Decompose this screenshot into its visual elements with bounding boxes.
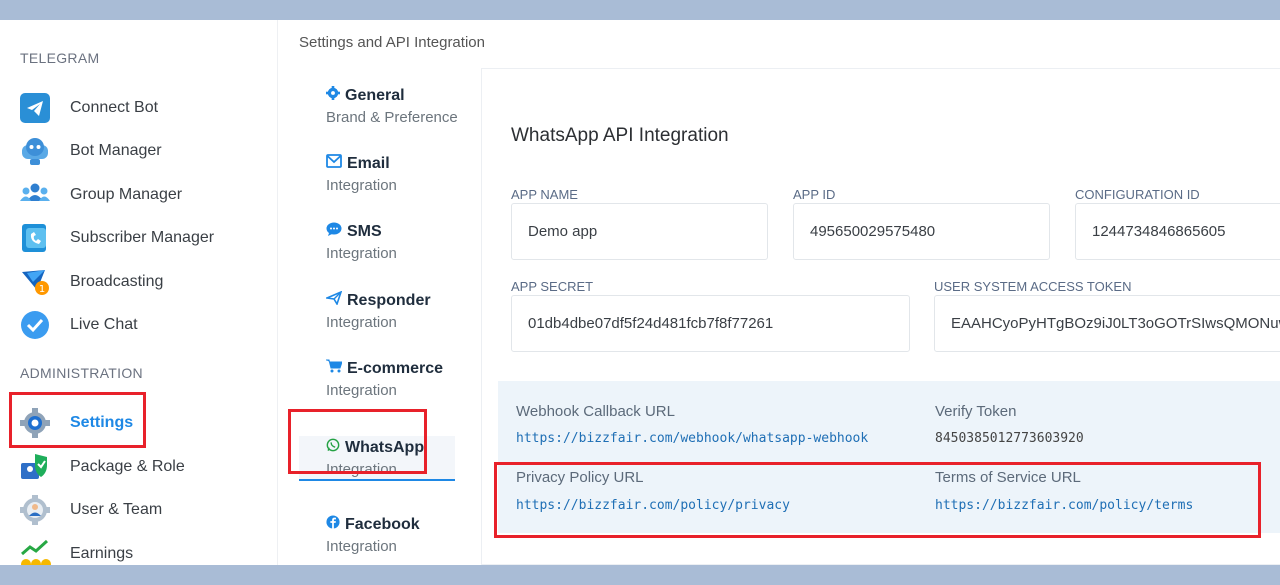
sidebar-item-user-team[interactable]: User & Team bbox=[18, 492, 268, 528]
app-name-input[interactable]: Demo app bbox=[511, 203, 768, 260]
access-token-input[interactable]: EAAHCyoPyHTgBOz9iJ0LT3oGOTrSIwsQMONuwnl bbox=[934, 295, 1280, 352]
paper-plane-icon bbox=[324, 290, 347, 310]
access-token-label: USER SYSTEM ACCESS TOKEN bbox=[934, 279, 1132, 294]
sidebar-section-administration: ADMINISTRATION bbox=[20, 365, 143, 381]
earnings-icon bbox=[18, 537, 52, 565]
tab-facebook-title: Facebook bbox=[345, 515, 420, 533]
tab-general-sub: Brand & Preference bbox=[326, 109, 458, 126]
whatsapp-settings-card: WhatsApp API Integration APP NAME Demo a… bbox=[481, 68, 1280, 565]
sidebar-item-settings[interactable]: Settings bbox=[18, 405, 268, 441]
tab-sms[interactable]: SMS Integration bbox=[326, 222, 476, 262]
sidebar-item-subscriber-manager[interactable]: Subscriber Manager bbox=[18, 220, 268, 256]
sidebar-item-broadcasting[interactable]: 1 Broadcasting bbox=[18, 264, 268, 300]
envelope-icon bbox=[326, 154, 347, 173]
package-role-icon bbox=[18, 450, 52, 484]
integration-info-box: Webhook Callback URL https://bizzfair.co… bbox=[498, 381, 1280, 533]
app-window: TELEGRAM Connect Bot Bot Manager Group M… bbox=[0, 20, 1280, 565]
sidebar-item-group-manager[interactable]: Group Manager bbox=[18, 177, 268, 213]
svg-text:1: 1 bbox=[39, 284, 45, 295]
webhook-callback-label: Webhook Callback URL bbox=[516, 403, 675, 420]
tab-email-title: Email bbox=[347, 154, 390, 172]
sidebar-item-earnings[interactable]: Earnings bbox=[18, 536, 268, 565]
robot-icon bbox=[18, 134, 52, 168]
gear-icon bbox=[326, 86, 345, 105]
tab-responder-title: Responder bbox=[347, 291, 431, 309]
tab-facebook[interactable]: Facebook Integration bbox=[326, 515, 476, 555]
configuration-id-label: CONFIGURATION ID bbox=[1075, 187, 1200, 202]
cart-icon bbox=[326, 359, 347, 378]
configuration-id-input[interactable]: 1244734846865605 bbox=[1075, 203, 1280, 260]
telegram-icon bbox=[18, 91, 52, 125]
tab-whatsapp-sub: Integration bbox=[326, 461, 397, 478]
sidebar-item-bot-manager[interactable]: Bot Manager bbox=[18, 133, 268, 169]
page-subtitle: Settings and API Integration bbox=[299, 34, 485, 51]
tab-facebook-sub: Integration bbox=[326, 538, 397, 555]
verify-token-label: Verify Token bbox=[935, 403, 1017, 420]
sidebar: TELEGRAM Connect Bot Bot Manager Group M… bbox=[0, 20, 278, 565]
app-id-label: APP ID bbox=[793, 187, 836, 202]
app-secret-input[interactable]: 01db4dbe07df5f24d481fcb7f8f77261 bbox=[511, 295, 910, 352]
tab-responder-sub: Integration bbox=[326, 314, 397, 331]
privacy-policy-url[interactable]: https://bizzfair.com/policy/privacy bbox=[516, 498, 790, 513]
user-team-icon bbox=[18, 493, 52, 527]
terms-of-service-label: Terms of Service URL bbox=[935, 469, 1081, 486]
subscriber-icon bbox=[18, 221, 52, 255]
whatsapp-icon bbox=[326, 438, 345, 457]
tab-responder[interactable]: Responder Integration bbox=[324, 290, 476, 331]
sidebar-item-package-role[interactable]: Package & Role bbox=[18, 449, 268, 485]
card-title: WhatsApp API Integration bbox=[511, 125, 729, 146]
tab-whatsapp[interactable]: WhatsApp Integration bbox=[299, 436, 455, 479]
settings-tab-nav: General Brand & Preference Email Integra… bbox=[280, 70, 480, 565]
privacy-policy-label: Privacy Policy URL bbox=[516, 469, 644, 486]
tab-general[interactable]: General Brand & Preference bbox=[326, 86, 476, 126]
app-secret-label: APP SECRET bbox=[511, 279, 594, 294]
sidebar-item-live-chat[interactable]: Live Chat bbox=[18, 307, 268, 343]
tab-ecommerce-title: E-commerce bbox=[347, 359, 444, 377]
app-name-label: APP NAME bbox=[511, 187, 578, 202]
live-chat-icon bbox=[18, 308, 52, 342]
tab-whatsapp-title: WhatsApp bbox=[345, 438, 425, 456]
tab-email[interactable]: Email Integration bbox=[326, 154, 476, 194]
verify-token-value[interactable]: 8450385012773603920 bbox=[935, 431, 1084, 446]
tab-ecommerce[interactable]: E-commerce Integration bbox=[326, 359, 476, 399]
group-icon bbox=[18, 178, 52, 212]
broadcast-icon: 1 bbox=[18, 265, 52, 299]
facebook-icon bbox=[326, 515, 345, 534]
webhook-callback-url[interactable]: https://bizzfair.com/webhook/whatsapp-we… bbox=[516, 431, 868, 446]
active-tab-indicator bbox=[299, 479, 455, 481]
tab-ecommerce-sub: Integration bbox=[326, 382, 397, 399]
gear-icon bbox=[18, 406, 52, 440]
sidebar-section-telegram: TELEGRAM bbox=[20, 50, 100, 66]
tab-email-sub: Integration bbox=[326, 177, 397, 194]
sidebar-item-connect-bot[interactable]: Connect Bot bbox=[18, 90, 268, 126]
tab-sms-title: SMS bbox=[347, 222, 382, 240]
sms-icon bbox=[326, 222, 347, 241]
app-id-input[interactable]: 495650029575480 bbox=[793, 203, 1050, 260]
tab-general-title: General bbox=[345, 86, 405, 104]
terms-of-service-url[interactable]: https://bizzfair.com/policy/terms bbox=[935, 498, 1193, 513]
tab-sms-sub: Integration bbox=[326, 245, 397, 262]
